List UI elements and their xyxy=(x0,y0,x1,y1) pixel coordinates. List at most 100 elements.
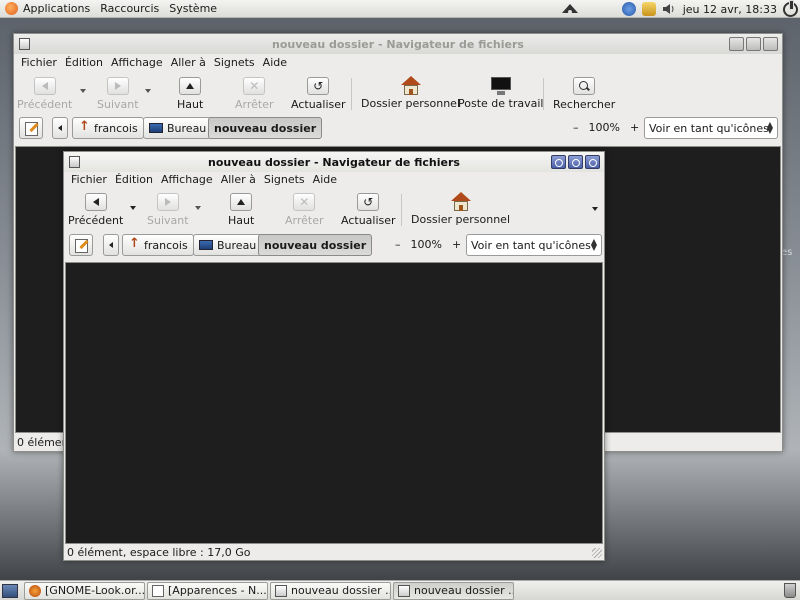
menu-file[interactable]: Fichier xyxy=(17,56,61,69)
folder-window-icon[interactable] xyxy=(69,156,80,168)
taskbar-item-label: nouveau dossier ... xyxy=(291,584,391,597)
menu-bookmarks[interactable]: Signets xyxy=(210,56,259,69)
menu-bookmarks[interactable]: Signets xyxy=(260,173,309,186)
up-button[interactable]: Haut xyxy=(228,190,254,227)
taskbar-item-folder[interactable]: nouveau dossier ... xyxy=(270,581,391,600)
menubar: Fichier Édition Affichage Aller à Signet… xyxy=(14,53,782,71)
notes-icon[interactable] xyxy=(641,2,656,16)
home-button[interactable]: Dossier personnel xyxy=(361,74,460,110)
menu-file[interactable]: Fichier xyxy=(67,173,111,186)
show-desktop-icon[interactable] xyxy=(2,583,18,598)
stop-label: Arrêter xyxy=(235,98,274,111)
maximize-button[interactable] xyxy=(746,37,761,51)
close-button[interactable] xyxy=(585,155,600,169)
computer-button[interactable]: Poste de travail xyxy=(458,74,543,110)
network-icon[interactable] xyxy=(560,1,580,20)
maximize-button[interactable] xyxy=(568,155,583,169)
menu-help[interactable]: Aide xyxy=(309,173,341,186)
breadcrumb-scroll-left[interactable] xyxy=(52,117,68,139)
resize-grip[interactable] xyxy=(592,548,602,558)
back-button[interactable]: Précédent xyxy=(68,190,123,227)
breadcrumb-current[interactable]: nouveau dossier xyxy=(258,234,373,256)
stop-button[interactable]: ✕ Arrêter xyxy=(235,74,274,111)
search-button[interactable]: Rechercher xyxy=(553,74,615,111)
folder-window-icon[interactable] xyxy=(19,38,30,50)
menu-go[interactable]: Aller à xyxy=(217,173,260,186)
taskbar-item-label: nouveau dossier ... xyxy=(414,584,514,597)
breadcrumb-desktop[interactable]: Bureau xyxy=(143,117,213,139)
minimize-button[interactable] xyxy=(551,155,566,169)
stop-button[interactable]: ✕ Arrêter xyxy=(285,190,324,227)
menu-go[interactable]: Aller à xyxy=(167,56,210,69)
edit-location-icon[interactable] xyxy=(19,117,43,139)
window-titlebar[interactable]: nouveau dossier - Navigateur de fichiers xyxy=(64,152,604,172)
folder-window-icon xyxy=(398,584,410,597)
back-arrow-icon xyxy=(33,77,56,95)
breadcrumb-scroll-left[interactable] xyxy=(103,234,119,256)
menu-view[interactable]: Affichage xyxy=(107,56,167,69)
home-button[interactable]: Dossier personnel xyxy=(411,190,510,226)
taskbar-item-label: [GNOME-Look.or... xyxy=(45,584,145,597)
back-history-arrow-icon[interactable] xyxy=(80,89,86,93)
breadcrumb-desktop[interactable]: Bureau xyxy=(193,234,263,256)
forward-button[interactable]: Suivant xyxy=(147,190,189,227)
back-history-arrow-icon[interactable] xyxy=(130,206,136,210)
zoom-in-button[interactable]: + xyxy=(630,121,639,134)
power-icon[interactable] xyxy=(783,0,798,17)
forward-history-arrow-icon[interactable] xyxy=(145,89,151,93)
zoom-control: – 100% + xyxy=(390,238,466,251)
breadcrumb-home[interactable]: francois xyxy=(122,234,194,256)
home-label: Dossier personnel xyxy=(411,213,511,226)
menu-edit[interactable]: Édition xyxy=(111,173,157,186)
back-button[interactable]: Précédent xyxy=(17,74,72,111)
status-text: 0 élément, espace libre : 17,0 Go xyxy=(67,545,251,559)
stop-icon: ✕ xyxy=(293,193,316,211)
location-bar: francois Bureau nouveau dossier – 100% +… xyxy=(14,116,782,146)
system-tray: jeu 12 avr, 18:33 xyxy=(619,0,800,18)
reload-label: Actualiser xyxy=(341,214,396,227)
clock[interactable]: jeu 12 avr, 18:33 xyxy=(679,3,781,16)
edit-location-icon[interactable] xyxy=(69,234,93,256)
trash-icon[interactable] xyxy=(784,583,796,598)
taskbar-item-browser[interactable]: [GNOME-Look.or... xyxy=(24,581,145,600)
menu-help[interactable]: Aide xyxy=(259,56,291,69)
reload-button[interactable]: ↺ Actualiser xyxy=(291,74,346,111)
home-label: Dossier personnel xyxy=(361,97,461,110)
zoom-out-button[interactable]: – xyxy=(395,238,401,251)
location-bar: francois Bureau nouveau dossier – 100% +… xyxy=(64,232,604,262)
forward-button[interactable]: Suivant xyxy=(97,74,139,111)
view-mode-select[interactable]: Voir en tant qu'icônes ▲ ▼ xyxy=(466,234,602,256)
minimize-button[interactable] xyxy=(729,37,744,51)
up-arrow-icon xyxy=(179,77,202,95)
forward-arrow-icon xyxy=(106,77,129,95)
toolbar-overflow-arrow-icon[interactable] xyxy=(592,207,598,211)
bottom-panel: [GNOME-Look.or... [Apparences - N... nou… xyxy=(0,580,800,600)
up-button[interactable]: Haut xyxy=(177,74,203,111)
zoom-in-button[interactable]: + xyxy=(452,238,461,251)
taskbar-item-folder-active[interactable]: nouveau dossier ... xyxy=(393,581,514,600)
volume-icon[interactable] xyxy=(662,2,676,16)
home-mini-icon xyxy=(78,119,90,134)
menu-view[interactable]: Affichage xyxy=(157,173,217,186)
combo-arrows-icon: ▲ ▼ xyxy=(590,237,597,252)
close-button[interactable] xyxy=(763,37,778,51)
breadcrumb-home[interactable]: francois xyxy=(72,117,144,139)
window-titlebar[interactable]: nouveau dossier - Navigateur de fichiers xyxy=(14,34,782,54)
breadcrumb-current[interactable]: nouveau dossier xyxy=(208,117,323,139)
reload-button[interactable]: ↺ Actualiser xyxy=(341,190,396,227)
breadcrumb-current-label: nouveau dossier xyxy=(264,238,367,252)
view-mode-select[interactable]: Voir en tant qu'icônes ▲ ▼ xyxy=(644,117,778,139)
system-menu[interactable]: Système xyxy=(164,0,222,18)
desktop-mini-icon xyxy=(149,123,163,133)
window-title: nouveau dossier - Navigateur de fichiers xyxy=(208,155,460,169)
applications-menu[interactable]: Applications xyxy=(0,0,95,18)
taskbar-item-appearance[interactable]: [Apparences - N... xyxy=(147,581,268,600)
menu-edit[interactable]: Édition xyxy=(61,56,107,69)
update-icon[interactable] xyxy=(621,2,636,16)
forward-label: Suivant xyxy=(97,98,139,111)
forward-history-arrow-icon[interactable] xyxy=(195,206,201,210)
file-view-area[interactable] xyxy=(65,262,603,544)
places-menu[interactable]: Raccourcis xyxy=(95,0,164,18)
zoom-out-button[interactable]: – xyxy=(573,121,579,134)
file-manager-window-focused[interactable]: nouveau dossier - Navigateur de fichiers… xyxy=(63,151,605,561)
